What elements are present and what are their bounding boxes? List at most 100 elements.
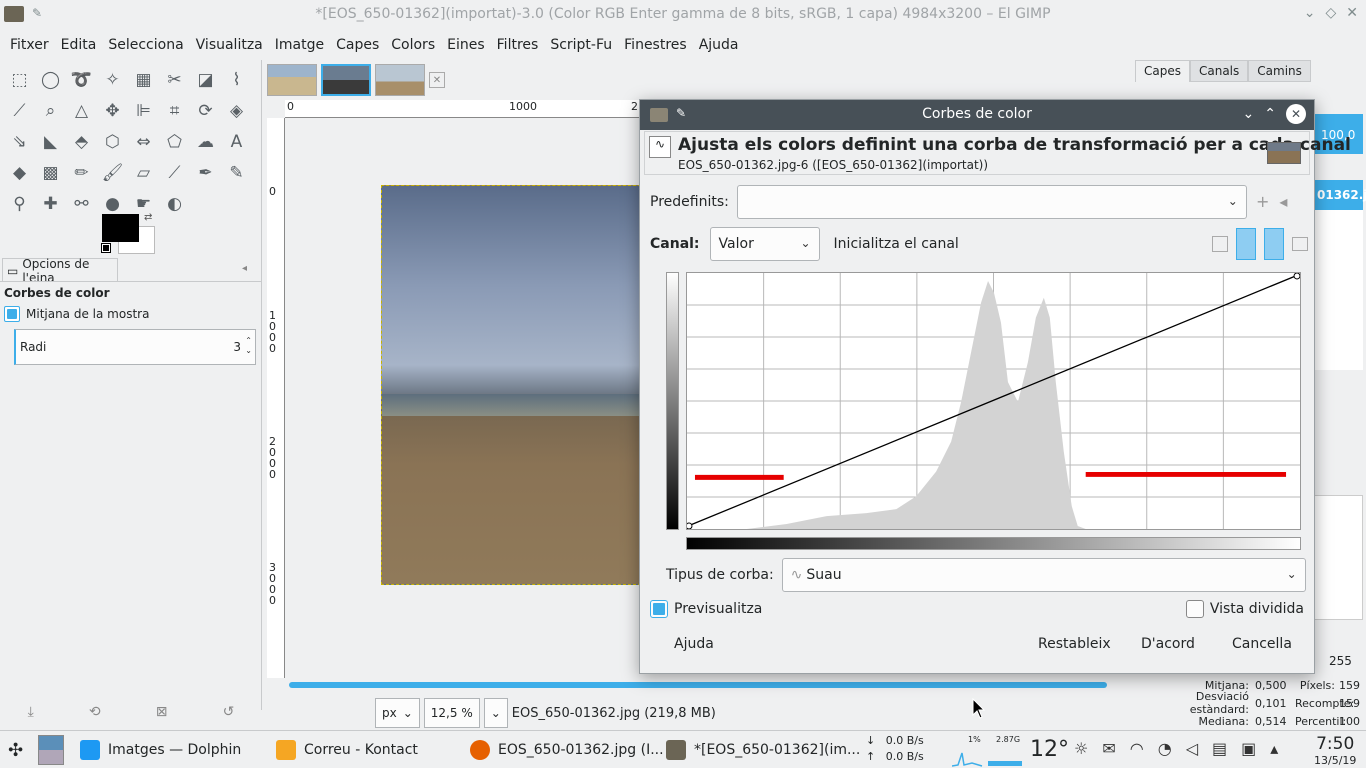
curve-type-combo[interactable]: ∿ Suau ⌄ — [781, 558, 1306, 592]
close-icon[interactable]: ✕ — [1286, 104, 1306, 124]
linear-histogram-icon[interactable] — [1212, 236, 1228, 252]
channel-combo[interactable]: Valor ⌄ — [709, 227, 820, 261]
view-mode-icon[interactable] — [1292, 237, 1308, 251]
tab-capes[interactable]: Capes — [1135, 60, 1190, 82]
sun-icon[interactable]: ☼ — [1074, 739, 1088, 758]
crop-icon[interactable]: ⌗ — [159, 95, 190, 126]
menu-selecciona[interactable]: Selecciona — [102, 37, 189, 53]
menu-ajuda[interactable]: Ajuda — [693, 37, 745, 53]
maximize-icon[interactable]: ⌃ — [1264, 106, 1276, 122]
menu-script-fu[interactable]: Script-Fu — [544, 37, 618, 53]
menu-capes[interactable]: Capes — [330, 37, 385, 53]
warp-icon[interactable]: ☁ — [190, 126, 221, 157]
image-tab-2[interactable] — [321, 64, 371, 96]
zoom-select[interactable]: 12,5 % — [423, 698, 480, 728]
reset-options-icon[interactable]: ↺ — [223, 704, 235, 730]
pager[interactable] — [38, 731, 64, 768]
menu-eines[interactable]: Eines — [441, 37, 491, 53]
free-select-icon[interactable]: ➰ — [66, 64, 97, 95]
menu-visualitza[interactable]: Visualitza — [190, 37, 269, 53]
fuzzy-select-icon[interactable]: ✧ — [97, 64, 128, 95]
histogram-scale-icon[interactable] — [1264, 228, 1284, 260]
image-tab-3[interactable] — [375, 64, 425, 96]
align-icon[interactable]: ⊫ — [128, 95, 159, 126]
delete-options-icon[interactable]: ⊠ — [156, 704, 168, 730]
perspective-icon[interactable]: ◣ — [35, 126, 66, 157]
measure-icon[interactable]: △ — [66, 95, 97, 126]
menu-fitxer[interactable]: Fitxer — [4, 37, 55, 53]
add-preset-icon[interactable]: + — [1256, 192, 1269, 211]
lock-icon[interactable]: ▣ — [1241, 739, 1256, 758]
sample-average-checkbox[interactable]: Mitjana de la mostra — [4, 306, 149, 322]
ellipse-select-icon[interactable]: ◯ — [35, 64, 66, 95]
unit-select[interactable]: px ⌄ — [375, 698, 420, 728]
paintbrush-icon[interactable]: 🖌 — [97, 157, 128, 188]
wifi-icon[interactable]: ◔ — [1158, 739, 1172, 758]
fg-bg-colors[interactable]: ⇄ — [100, 212, 160, 260]
preview-check[interactable] — [650, 600, 668, 618]
rss-icon[interactable]: ◠ — [1130, 739, 1144, 758]
close-tab-icon[interactable]: ✕ — [429, 72, 445, 88]
scissors-icon[interactable]: ✂ — [159, 64, 190, 95]
preset-menu-icon[interactable]: ◂ — [1279, 192, 1287, 211]
transform-3d-icon[interactable]: ⬘ — [66, 126, 97, 157]
presets-combo[interactable]: ⌄ — [736, 185, 1247, 219]
radius-spinner[interactable]: Radi 3 ⌃ ⌄ — [14, 329, 256, 365]
split-view-check[interactable] — [1185, 600, 1204, 618]
task-firefox[interactable]: EOS_650-01362.jpg (I... — [470, 731, 664, 768]
text-icon[interactable]: A — [221, 126, 252, 157]
tab-camins[interactable]: Camins — [1248, 60, 1311, 82]
gradient-icon[interactable]: ▩ — [35, 157, 66, 188]
pencil-icon[interactable]: ✏ — [66, 157, 97, 188]
zoom-icon[interactable]: ⌕ — [35, 95, 66, 126]
tab-menu-icon[interactable]: ◂ — [242, 263, 247, 274]
layer-item[interactable]: 01362.jpg — [1313, 180, 1366, 210]
scale-icon[interactable]: ◈ — [221, 95, 252, 126]
weather-temperature[interactable]: 12° — [1030, 737, 1069, 762]
mypaint-brush-icon[interactable]: ✎ — [221, 157, 252, 188]
volume-icon[interactable]: ◁ — [1186, 739, 1198, 758]
image-tab-1[interactable] — [267, 64, 317, 96]
airbrush-icon[interactable]: ⟋ — [159, 157, 190, 188]
foreground-select-icon[interactable]: ◪ — [190, 64, 221, 95]
restore-options-icon[interactable]: ⟲ — [89, 704, 101, 730]
curve-plot[interactable] — [686, 272, 1301, 530]
menu-imatge[interactable]: Imatge — [269, 37, 330, 53]
cage-icon[interactable]: ⬠ — [159, 126, 190, 157]
task-gimp[interactable]: *[EOS_650-01362](im... — [666, 731, 860, 768]
heal-icon[interactable]: ✚ — [35, 188, 66, 219]
horizontal-scrollbar[interactable] — [289, 682, 1107, 688]
rotate-icon[interactable]: ⟳ — [190, 95, 221, 126]
minimize-icon[interactable]: ⌄ — [1304, 5, 1316, 21]
color-select-icon[interactable]: ▦ — [128, 64, 159, 95]
color-picker-icon[interactable]: ⟋ — [4, 95, 35, 126]
system-load-monitor[interactable]: 1% 2.87G — [952, 733, 1024, 767]
default-colors-icon[interactable] — [101, 243, 111, 253]
menu-finestres[interactable]: Finestres — [618, 37, 693, 53]
app-launcher-icon[interactable]: ✣ — [8, 731, 23, 768]
maximize-icon[interactable]: ◇ — [1325, 5, 1336, 21]
swap-colors-icon[interactable]: ⇄ — [144, 212, 152, 223]
tab-canals[interactable]: Canals — [1189, 60, 1249, 82]
minimize-icon[interactable]: ⌄ — [1243, 106, 1255, 122]
ok-button[interactable]: D'acord — [1141, 636, 1195, 652]
zoom-dropdown[interactable]: ⌄ — [483, 698, 508, 728]
mail-icon[interactable]: ✉ — [1102, 739, 1115, 758]
log-histogram-icon[interactable] — [1236, 228, 1256, 260]
rect-select-icon[interactable]: ⬚ — [4, 64, 35, 95]
menu-edita[interactable]: Edita — [55, 37, 103, 53]
cancel-button[interactable]: Cancella — [1232, 636, 1292, 652]
task-kontact[interactable]: Correu - Kontact — [276, 731, 418, 768]
clock[interactable]: 7:50 13/5/19 — [1314, 734, 1356, 767]
eraser-icon[interactable]: ▱ — [128, 157, 159, 188]
clone-icon[interactable]: ⚲ — [4, 188, 35, 219]
tool-options-tab[interactable]: ▭ Opcions de l'eina — [2, 257, 118, 285]
tray-expand-icon[interactable]: ▴ — [1270, 739, 1278, 758]
split-view-checkbox[interactable]: Vista dividida — [1185, 600, 1304, 618]
flip-icon[interactable]: ⇔ — [128, 126, 159, 157]
reset-button[interactable]: Restableix — [1038, 636, 1111, 652]
foreground-color[interactable] — [102, 214, 139, 242]
bucket-fill-icon[interactable]: ◆ — [4, 157, 35, 188]
reset-channel-button[interactable]: Inicialitza el canal — [834, 236, 959, 252]
move-icon[interactable]: ✥ — [97, 95, 128, 126]
